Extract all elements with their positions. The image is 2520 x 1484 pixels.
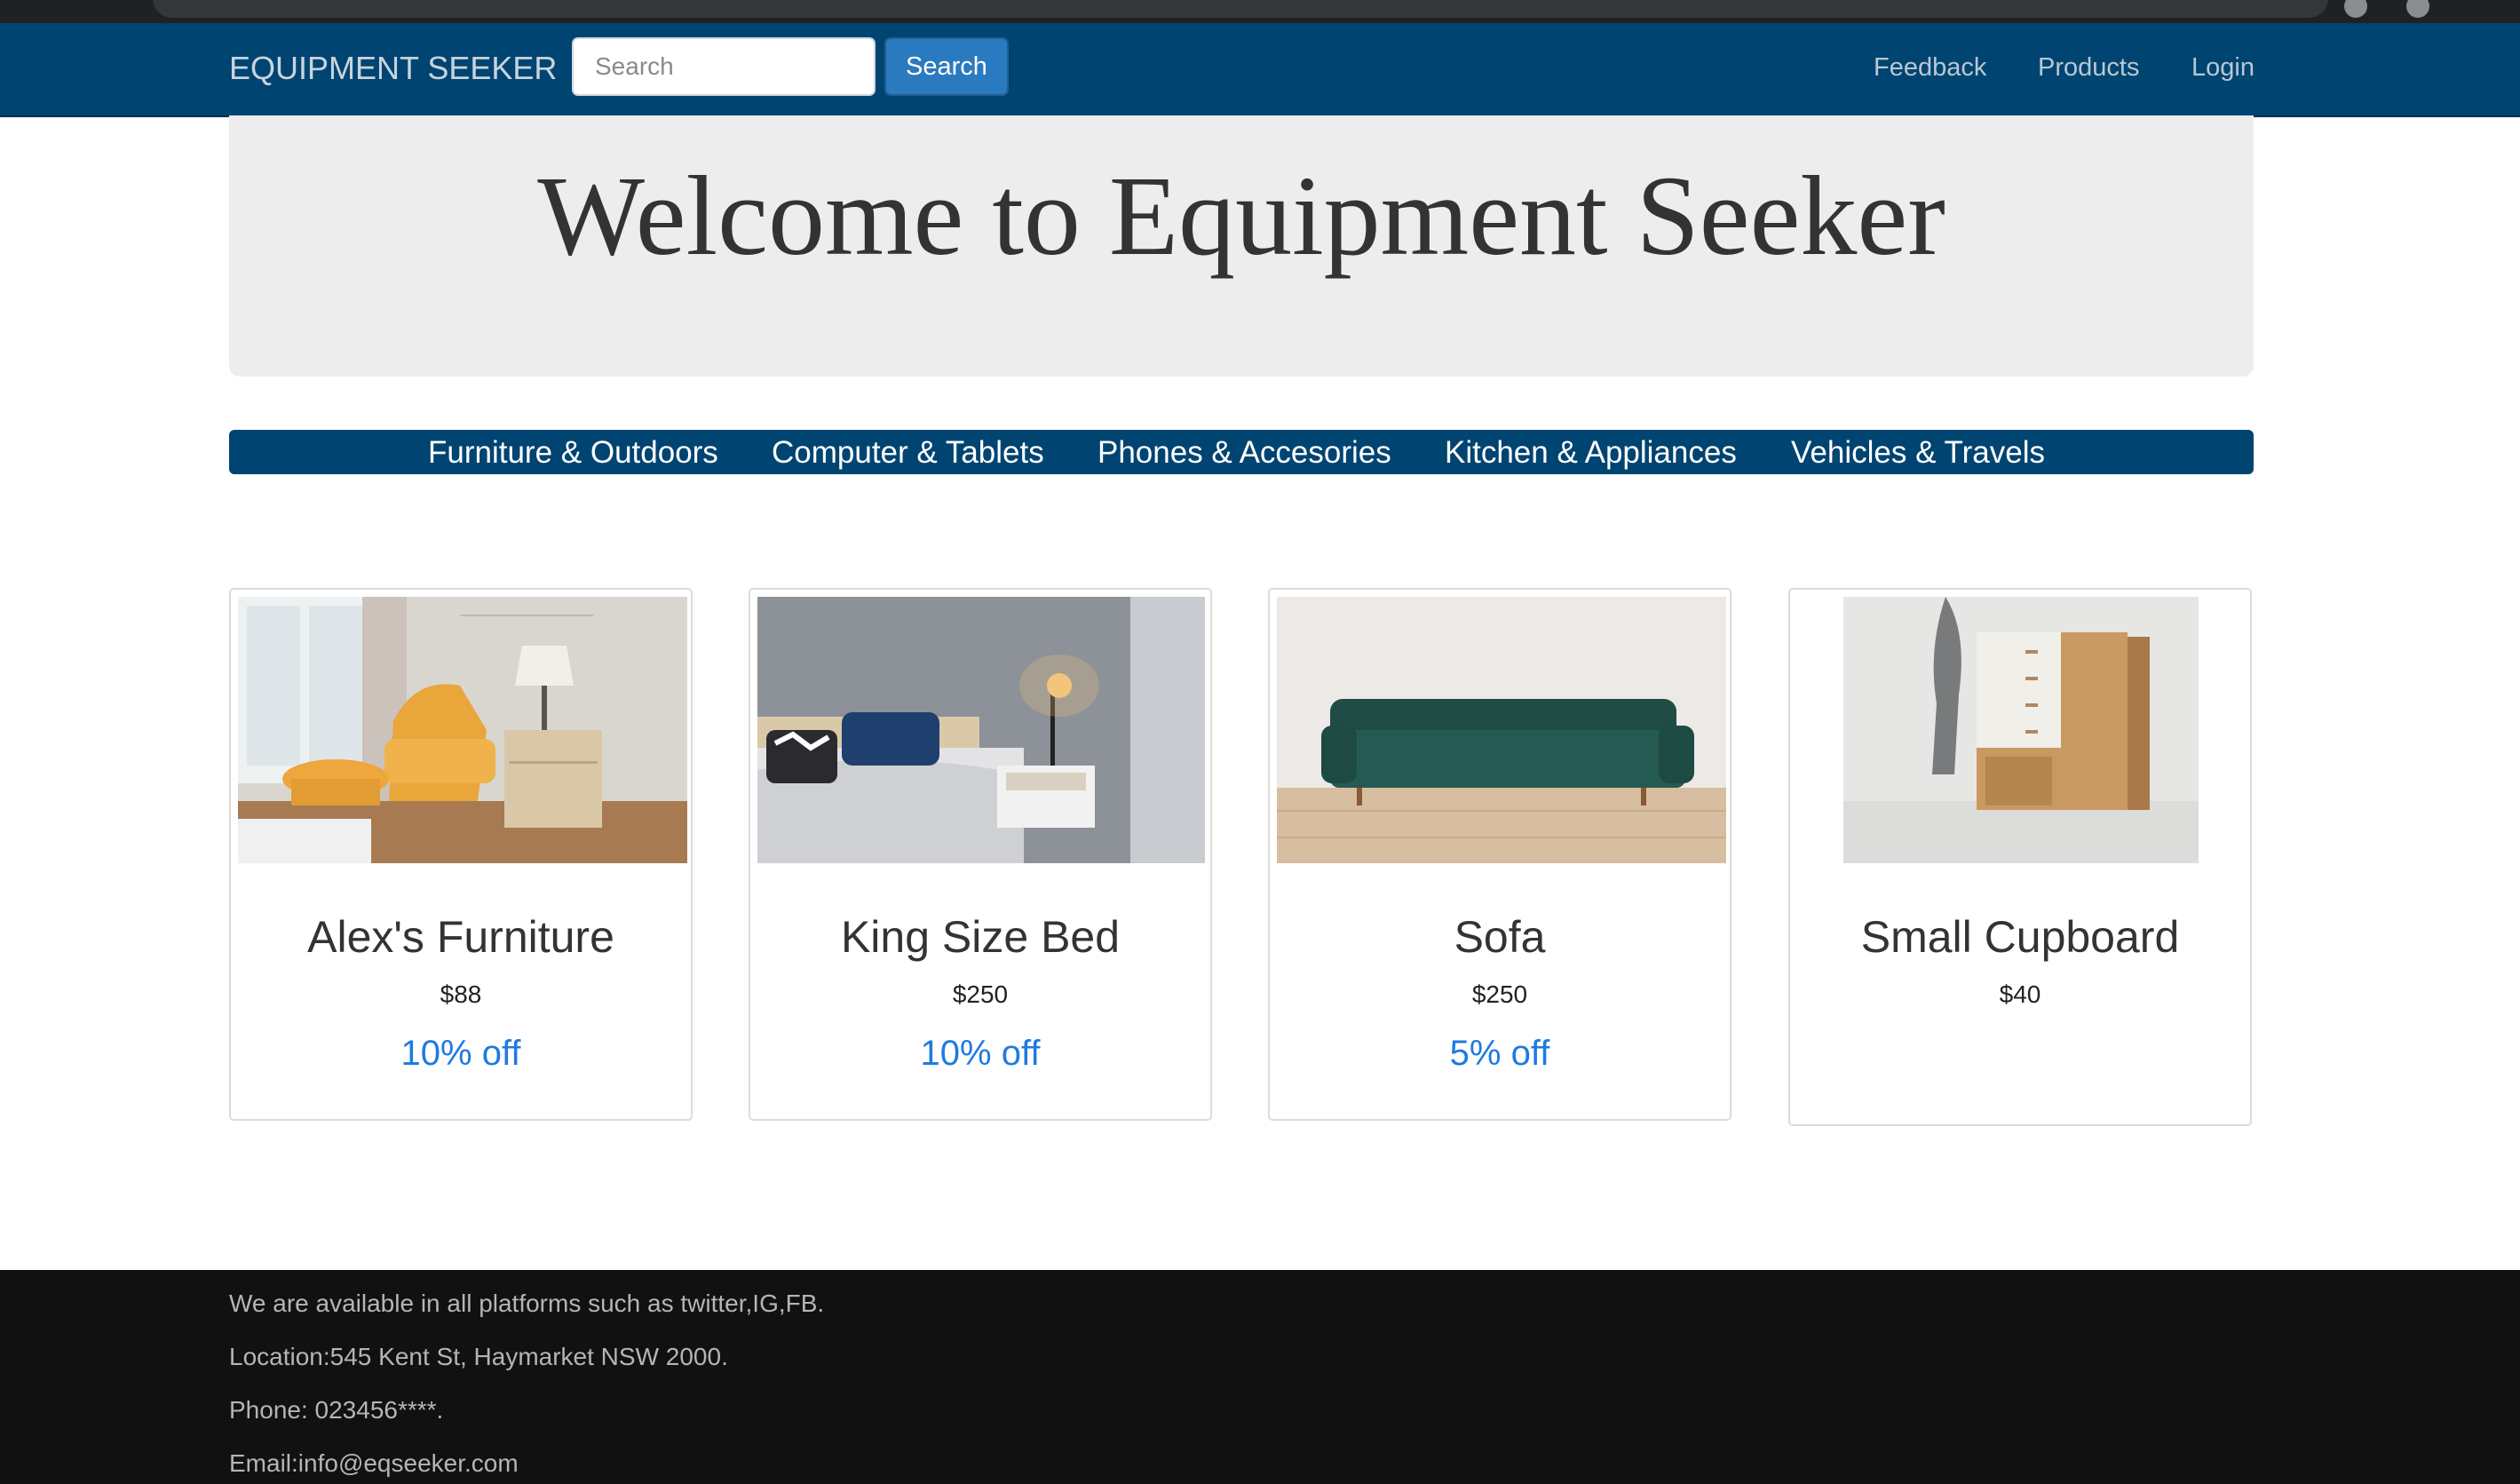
footer-email-text: Email:info@eqseeker.com bbox=[229, 1449, 519, 1477]
product-price: $40 bbox=[1999, 980, 2041, 1008]
hero-banner: Welcome to Equipment Seeker bbox=[229, 115, 2254, 377]
nav-link-login[interactable]: Login bbox=[2191, 53, 2255, 83]
product-price: $88 bbox=[440, 980, 482, 1008]
product-card[interactable]: Sofa $250 5% off bbox=[1268, 588, 1732, 1121]
brand-logo[interactable]: EQUIPMENT SEEKER bbox=[229, 50, 557, 87]
category-vehicles-travels[interactable]: Vehicles & Travels bbox=[1791, 435, 2045, 471]
product-title[interactable]: King Size Bed bbox=[750, 911, 1210, 963]
product-card[interactable]: Small Cupboard $40 bbox=[1788, 588, 2252, 1126]
product-discount: 10% off bbox=[920, 1034, 1041, 1073]
product-image-armchair[interactable] bbox=[238, 597, 687, 863]
product-title[interactable]: Sofa bbox=[1270, 911, 1730, 963]
footer-phone-text: Phone: 023456****. bbox=[229, 1396, 444, 1424]
footer-platforms-text: We are available in all platforms such a… bbox=[229, 1290, 825, 1317]
top-navbar: EQUIPMENT SEEKER Search Feedback Product… bbox=[0, 23, 2520, 117]
category-computer-tablets[interactable]: Computer & Tablets bbox=[772, 435, 1044, 471]
product-card[interactable]: Alex's Furniture $88 10% off bbox=[229, 588, 693, 1121]
address-bar[interactable] bbox=[153, 0, 2328, 18]
browser-toolbar bbox=[0, 0, 2520, 23]
site-footer: We are available in all platforms such a… bbox=[0, 1270, 2520, 1484]
category-phones-accesories[interactable]: Phones & Accesories bbox=[1098, 435, 1391, 471]
product-discount: 10% off bbox=[400, 1034, 521, 1073]
product-image-bed[interactable] bbox=[757, 597, 1205, 863]
product-price: $250 bbox=[952, 980, 1009, 1008]
product-title[interactable]: Alex's Furniture bbox=[231, 911, 691, 963]
category-nav: Furniture & Outdoors Computer & Tablets … bbox=[229, 430, 2254, 474]
nav-link-feedback[interactable]: Feedback bbox=[1874, 53, 1986, 83]
category-furniture-outdoors[interactable]: Furniture & Outdoors bbox=[428, 435, 718, 471]
product-discount: 5% off bbox=[1449, 1034, 1550, 1073]
search-input[interactable] bbox=[572, 37, 876, 96]
category-kitchen-appliances[interactable]: Kitchen & Appliances bbox=[1445, 435, 1737, 471]
product-card[interactable]: King Size Bed $250 10% off bbox=[749, 588, 1212, 1121]
product-image-sofa[interactable] bbox=[1277, 597, 1726, 863]
hero-title: Welcome to Equipment Seeker bbox=[537, 153, 1945, 279]
product-price: $250 bbox=[1471, 980, 1528, 1008]
footer-location-text: Location:545 Kent St, Haymarket NSW 2000… bbox=[229, 1343, 728, 1370]
profile-avatar-icon[interactable] bbox=[2406, 0, 2429, 18]
product-image-cupboard[interactable] bbox=[1843, 597, 2199, 863]
product-title[interactable]: Small Cupboard bbox=[1790, 911, 2250, 963]
extensions-icon[interactable] bbox=[2344, 0, 2367, 18]
nav-link-products[interactable]: Products bbox=[2038, 53, 2139, 83]
search-button[interactable]: Search bbox=[884, 37, 1009, 96]
